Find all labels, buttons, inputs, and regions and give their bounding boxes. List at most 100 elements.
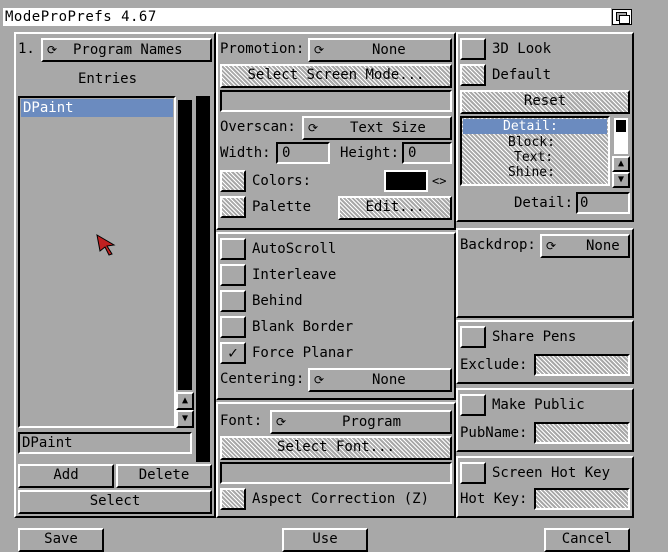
pubname-label: PubName: xyxy=(460,425,528,441)
promotion-value: None xyxy=(372,42,406,58)
promotion-cycle[interactable]: ⟳ None xyxy=(308,38,452,62)
entries-label: Entries xyxy=(78,71,138,87)
pen-scroll-knob[interactable] xyxy=(616,120,626,132)
centering-cycle[interactable]: ⟳ None xyxy=(308,368,452,392)
promotion-label: Promotion: xyxy=(220,41,305,57)
reset-button[interactable]: Reset xyxy=(460,90,630,114)
backdrop-cycle[interactable]: ⟳ None xyxy=(540,234,630,258)
3d-look-checkbox[interactable] xyxy=(460,38,486,60)
blank-border-checkbox[interactable] xyxy=(220,316,246,338)
make-public-checkbox[interactable] xyxy=(460,394,486,416)
detail-label: Detail: xyxy=(514,195,574,211)
autoscroll-label: AutoScroll xyxy=(252,241,337,257)
program-names-cycle[interactable]: ⟳ Program Names xyxy=(41,38,212,62)
depth-gadget-icon[interactable] xyxy=(612,9,632,25)
list-item[interactable]: DPaint xyxy=(21,99,173,117)
pen-scroll-down-icon[interactable]: ▼ xyxy=(612,172,630,188)
exclude-label: Exclude: xyxy=(460,357,528,373)
check-icon: ✓ xyxy=(228,343,238,362)
3d-look-label: 3D Look xyxy=(492,41,552,57)
share-pens-label: Share Pens xyxy=(492,329,577,345)
use-button[interactable]: Use xyxy=(282,528,368,552)
mouse-pointer-icon xyxy=(96,234,116,256)
height-label: Height: xyxy=(340,145,400,161)
edit-palette-button[interactable]: Edit... xyxy=(338,196,452,220)
colors-label: Colors: xyxy=(252,173,312,189)
width-value: 0 xyxy=(282,145,291,161)
hotkey-label: Hot Key: xyxy=(460,491,528,507)
backdrop-value: None xyxy=(586,238,620,254)
select-font-button[interactable]: Select Font... xyxy=(220,436,452,460)
program-names-label: Program Names xyxy=(73,42,183,58)
default-checkbox[interactable] xyxy=(460,64,486,86)
colors-swatch[interactable] xyxy=(384,170,428,192)
height-value: 0 xyxy=(408,145,417,161)
cycle-icon: ⟳ xyxy=(314,373,325,387)
cycle-icon: ⟳ xyxy=(546,239,557,253)
interleave-label: Interleave xyxy=(252,267,337,283)
font-field xyxy=(220,462,452,484)
width-input[interactable]: 0 xyxy=(276,142,330,164)
pen-list-item-detail[interactable]: Detail: xyxy=(463,119,607,134)
make-public-label: Make Public xyxy=(492,397,585,413)
select-button[interactable]: Select xyxy=(18,490,212,514)
detail-input[interactable]: 0 xyxy=(576,192,630,214)
cycle-icon: ⟳ xyxy=(308,121,319,135)
screen-hotkey-label: Screen Hot Key xyxy=(492,465,611,481)
centering-value: None xyxy=(372,372,406,388)
palette-button[interactable] xyxy=(220,196,246,218)
pen-list-item-text[interactable]: Text: xyxy=(462,150,608,165)
pen-scroll-up-icon[interactable]: ▲ xyxy=(612,156,630,172)
pen-list[interactable]: Detail: Block: Text: Shine: xyxy=(460,116,610,186)
screen-hotkey-checkbox[interactable] xyxy=(460,462,486,484)
force-planar-checkbox[interactable]: ✓ xyxy=(220,342,246,364)
entry-name-value: DPaint xyxy=(22,435,73,451)
behind-label: Behind xyxy=(252,293,303,309)
entries-list[interactable]: DPaint xyxy=(18,96,176,428)
overscan-cycle[interactable]: ⟳ Text Size xyxy=(302,116,452,140)
overscan-value: Text Size xyxy=(350,120,426,136)
font-label: Font: xyxy=(220,413,263,429)
pubname-field[interactable] xyxy=(534,422,630,444)
divider-bar xyxy=(196,96,210,462)
font-cycle[interactable]: ⟳ Program xyxy=(270,410,452,434)
pen-list-item-shine[interactable]: Shine: xyxy=(462,165,608,180)
interleave-checkbox[interactable] xyxy=(220,264,246,286)
autoscroll-checkbox[interactable] xyxy=(220,238,246,260)
screen-mode-field xyxy=(220,90,452,112)
cycle-icon: ⟳ xyxy=(314,43,325,57)
list-scrollbar[interactable] xyxy=(176,98,194,392)
select-screen-mode-button[interactable]: Select Screen Mode... xyxy=(220,64,452,88)
entry-name-field[interactable]: DPaint xyxy=(18,432,192,454)
backdrop-label: Backdrop: xyxy=(460,237,536,253)
force-planar-label: Force Planar xyxy=(252,345,354,361)
default-label: Default xyxy=(492,67,552,83)
scroll-up-icon[interactable]: ▲ xyxy=(176,392,194,410)
list-number: 1. xyxy=(18,41,35,57)
height-input[interactable]: 0 xyxy=(402,142,452,164)
exclude-field[interactable] xyxy=(534,354,630,376)
cancel-button[interactable]: Cancel xyxy=(544,528,630,552)
behind-checkbox[interactable] xyxy=(220,290,246,312)
pen-list-item-block[interactable]: Block: xyxy=(462,135,608,150)
blank-border-label: Blank Border xyxy=(252,319,354,335)
palette-label: Palette xyxy=(252,199,312,215)
aspect-correction-checkbox[interactable] xyxy=(220,488,246,510)
add-button[interactable]: Add xyxy=(18,464,114,488)
width-label: Width: xyxy=(220,145,271,161)
font-value: Program xyxy=(342,414,402,430)
aspect-correction-label: Aspect Correction (Z) xyxy=(252,491,430,507)
detail-value: 0 xyxy=(580,195,589,211)
hotkey-field[interactable] xyxy=(534,488,630,510)
centering-label: Centering: xyxy=(220,371,305,387)
pen-scrollbar[interactable] xyxy=(612,116,630,156)
scroll-down-icon[interactable]: ▼ xyxy=(176,410,194,428)
window-title: ModeProPrefs 4.67 xyxy=(3,8,611,26)
delete-button[interactable]: Delete xyxy=(116,464,212,488)
save-button[interactable]: Save xyxy=(18,528,104,552)
colors-button[interactable] xyxy=(220,170,246,192)
overscan-label: Overscan: xyxy=(220,119,296,135)
share-pens-checkbox[interactable] xyxy=(460,326,486,348)
colors-arrow-icon[interactable]: <> xyxy=(432,172,446,190)
cycle-icon: ⟳ xyxy=(276,415,287,429)
